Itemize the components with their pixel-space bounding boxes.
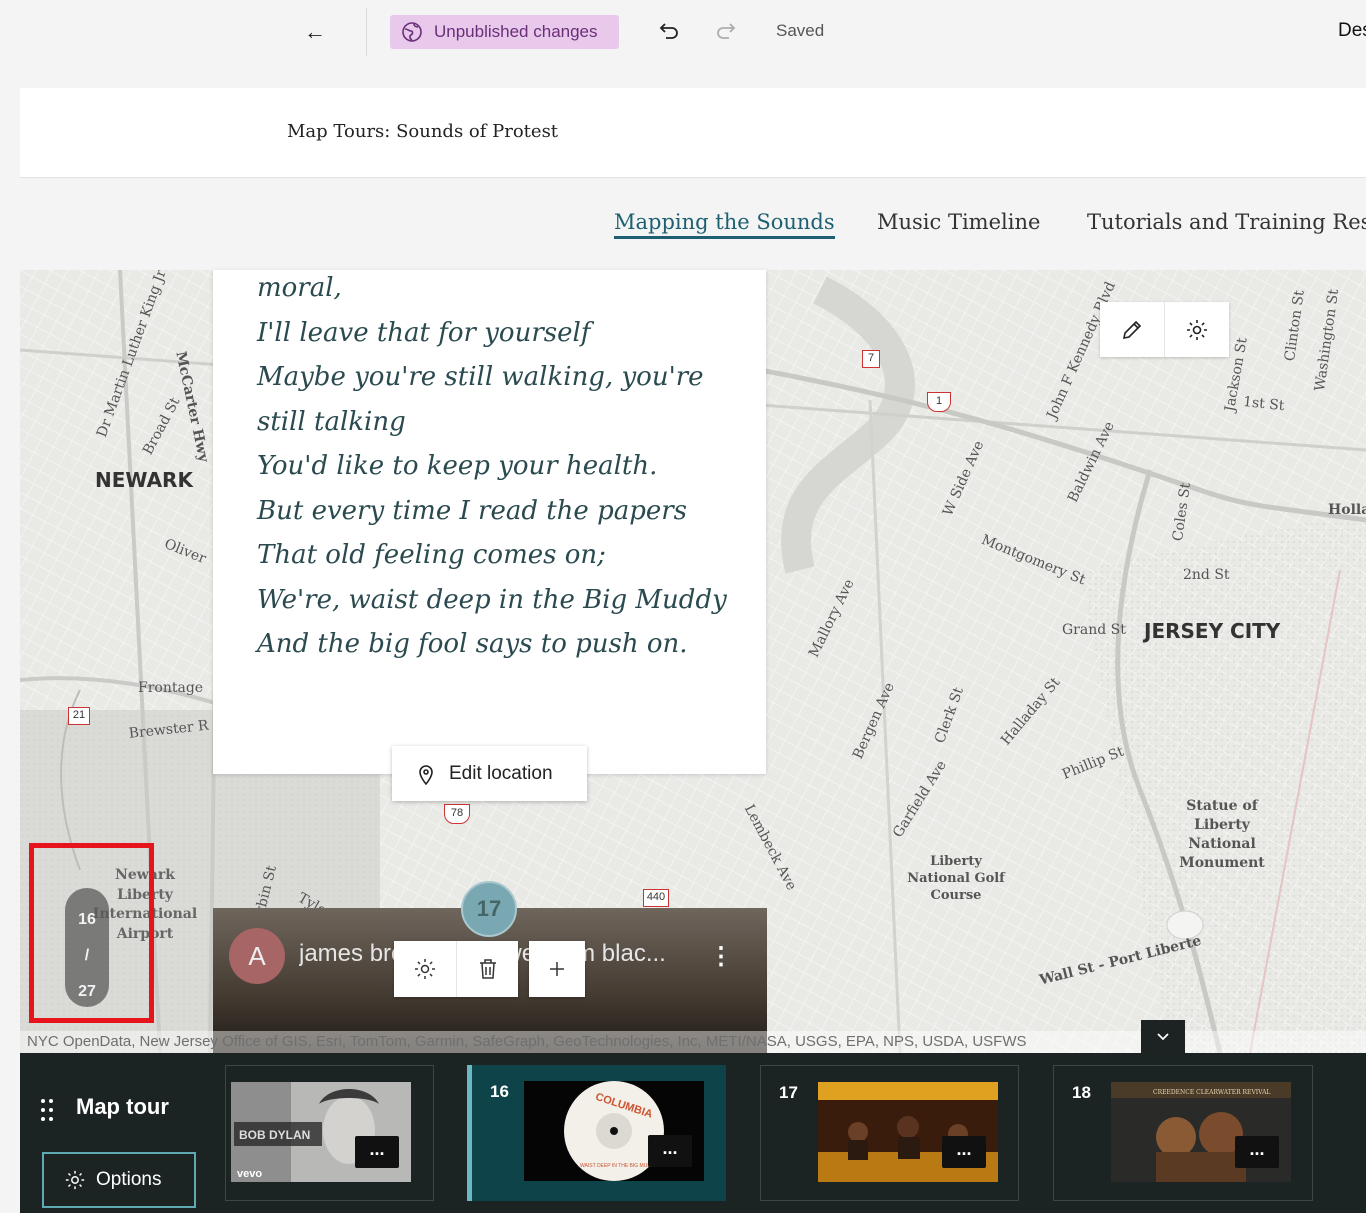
avatar: A bbox=[229, 928, 285, 984]
delete-media-button[interactable] bbox=[456, 941, 518, 997]
map-label-frontage: Frontage bbox=[138, 680, 204, 696]
slide-options-button[interactable]: ... bbox=[1235, 1136, 1279, 1168]
edit-location-button[interactable]: Edit location bbox=[392, 746, 587, 801]
thumb-text: BOB DYLAN bbox=[239, 1128, 310, 1142]
map-label-2nd: 2nd St bbox=[1183, 567, 1230, 583]
map-tools bbox=[1100, 302, 1229, 357]
nav-item-tutorials[interactable]: Tutorials and Training Res bbox=[1087, 210, 1366, 234]
collapse-carousel-button[interactable] bbox=[1141, 1020, 1185, 1053]
slide-thumbnail: ... bbox=[818, 1082, 998, 1182]
story-nav: Mapping the Sounds Music Timeline Tutori… bbox=[20, 178, 1366, 270]
route-shield: 78 bbox=[444, 804, 470, 824]
add-media-tools bbox=[529, 941, 585, 997]
pencil-icon bbox=[1122, 320, 1142, 339]
lyric-line: I'll leave that for yourself bbox=[257, 317, 591, 348]
lyric-line: That old feeling comes on; bbox=[257, 540, 606, 570]
slide-thumbnail: CREEDENCE CLEARWATER REVIVAL ... bbox=[1111, 1082, 1291, 1182]
unpublished-changes-button[interactable]: Unpublished changes bbox=[390, 15, 619, 49]
thumb-text: WAIST DEEP IN THE BIG MUDDY bbox=[580, 1163, 659, 1169]
highlight-box bbox=[29, 843, 154, 1023]
map-tour-label: Map tour bbox=[76, 1094, 169, 1119]
slide-thumbnail: BOB DYLAN vevo ... bbox=[231, 1082, 411, 1182]
story-title[interactable]: Map Tours: Sounds of Protest bbox=[287, 121, 558, 142]
route-shield: 1 bbox=[927, 392, 951, 412]
map-label-jersey-city: JERSEY CITY bbox=[1144, 619, 1281, 643]
lyric-line: You'd like to keep your health. bbox=[257, 451, 658, 481]
slide-card-active[interactable]: 16 COLUMBIA WAIST DEEP IN THE BIG MUDDY … bbox=[467, 1065, 726, 1201]
map-label-holla: Holla bbox=[1328, 502, 1366, 518]
media-settings-button[interactable] bbox=[394, 941, 456, 997]
trash-icon bbox=[479, 959, 496, 979]
route-shield: 7 bbox=[862, 350, 880, 368]
back-button[interactable]: ← bbox=[300, 18, 330, 46]
narrative-panel[interactable]: moral, I'll leave that for yourself Mayb… bbox=[213, 270, 766, 774]
route-shield: 440 bbox=[643, 889, 669, 907]
design-button[interactable]: Des bbox=[1338, 20, 1366, 42]
map-label-newark: NEWARK bbox=[95, 468, 193, 492]
map-label-statue: Statue of Liberty National Monument bbox=[1179, 798, 1265, 871]
story-header: Map Tours: Sounds of Protest bbox=[20, 88, 1366, 178]
plus-icon bbox=[550, 962, 564, 976]
chevron-down-icon bbox=[1157, 1032, 1169, 1040]
lyrics-text[interactable]: moral, I'll leave that for yourself Mayb… bbox=[257, 270, 727, 667]
lyric-line: moral, bbox=[257, 273, 342, 303]
lyric-line: And the big fool says to push on. bbox=[257, 629, 688, 659]
map-tour-point-pin[interactable]: 17 bbox=[461, 881, 517, 937]
location-pin-icon bbox=[419, 764, 433, 785]
options-button[interactable]: Options bbox=[42, 1152, 196, 1208]
slide-options-button[interactable]: ... bbox=[648, 1135, 692, 1167]
map-label-golf: Liberty National Golf Course bbox=[907, 854, 1005, 903]
add-media-button[interactable] bbox=[529, 941, 585, 997]
more-options-icon[interactable]: ⋮ bbox=[709, 942, 733, 971]
lyric-line: Maybe you're still walking, you're bbox=[257, 362, 704, 392]
media-tools bbox=[394, 941, 518, 997]
slide-card[interactable]: 17 ... bbox=[760, 1065, 1019, 1201]
lyric-line: still talking bbox=[257, 406, 406, 437]
slide-card[interactable]: BOB DYLAN vevo ... bbox=[225, 1065, 434, 1201]
unpublished-changes-label: Unpublished changes bbox=[434, 22, 598, 41]
nav-item-music-timeline[interactable]: Music Timeline bbox=[877, 210, 1040, 234]
map-settings-button[interactable] bbox=[1164, 302, 1228, 357]
route-shield: 21 bbox=[68, 707, 90, 725]
top-toolbar: ← Unpublished changes Saved Des bbox=[0, 0, 1366, 64]
edit-map-button[interactable] bbox=[1100, 302, 1164, 357]
gear-icon bbox=[415, 959, 435, 979]
gear-icon bbox=[65, 1170, 85, 1190]
slide-thumbnail: COLUMBIA WAIST DEEP IN THE BIG MUDDY ... bbox=[524, 1081, 704, 1181]
nav-item-mapping-the-sounds[interactable]: Mapping the Sounds bbox=[614, 210, 835, 239]
edit-location-label: Edit location bbox=[449, 762, 553, 784]
thumb-text: vevo bbox=[237, 1168, 262, 1180]
thumb-text: CREEDENCE CLEARWATER REVIVAL bbox=[1153, 1089, 1270, 1096]
slide-options-button[interactable]: ... bbox=[355, 1136, 399, 1168]
redo-icon[interactable] bbox=[712, 18, 738, 44]
options-label: Options bbox=[96, 1169, 162, 1190]
slide-number: 18 bbox=[1072, 1083, 1091, 1102]
undo-icon[interactable] bbox=[657, 18, 683, 44]
gear-icon bbox=[1186, 319, 1207, 340]
map-label-grand: Grand St bbox=[1062, 622, 1126, 638]
slide-options-button[interactable]: ... bbox=[942, 1136, 986, 1168]
saved-status: Saved bbox=[776, 21, 825, 40]
slide-number: 16 bbox=[490, 1082, 509, 1101]
toolbar-divider bbox=[366, 8, 367, 56]
drag-handle-icon[interactable] bbox=[40, 1098, 54, 1122]
globe-edit-icon bbox=[402, 22, 422, 42]
lyric-line: But every time I read the papers bbox=[257, 495, 688, 526]
lyric-line: We're, waist deep in the Big Muddy bbox=[257, 584, 727, 615]
slide-card[interactable]: 18 CREEDENCE CLEARWATER REVIVAL ... bbox=[1053, 1065, 1313, 1201]
slide-number: 17 bbox=[779, 1083, 798, 1102]
